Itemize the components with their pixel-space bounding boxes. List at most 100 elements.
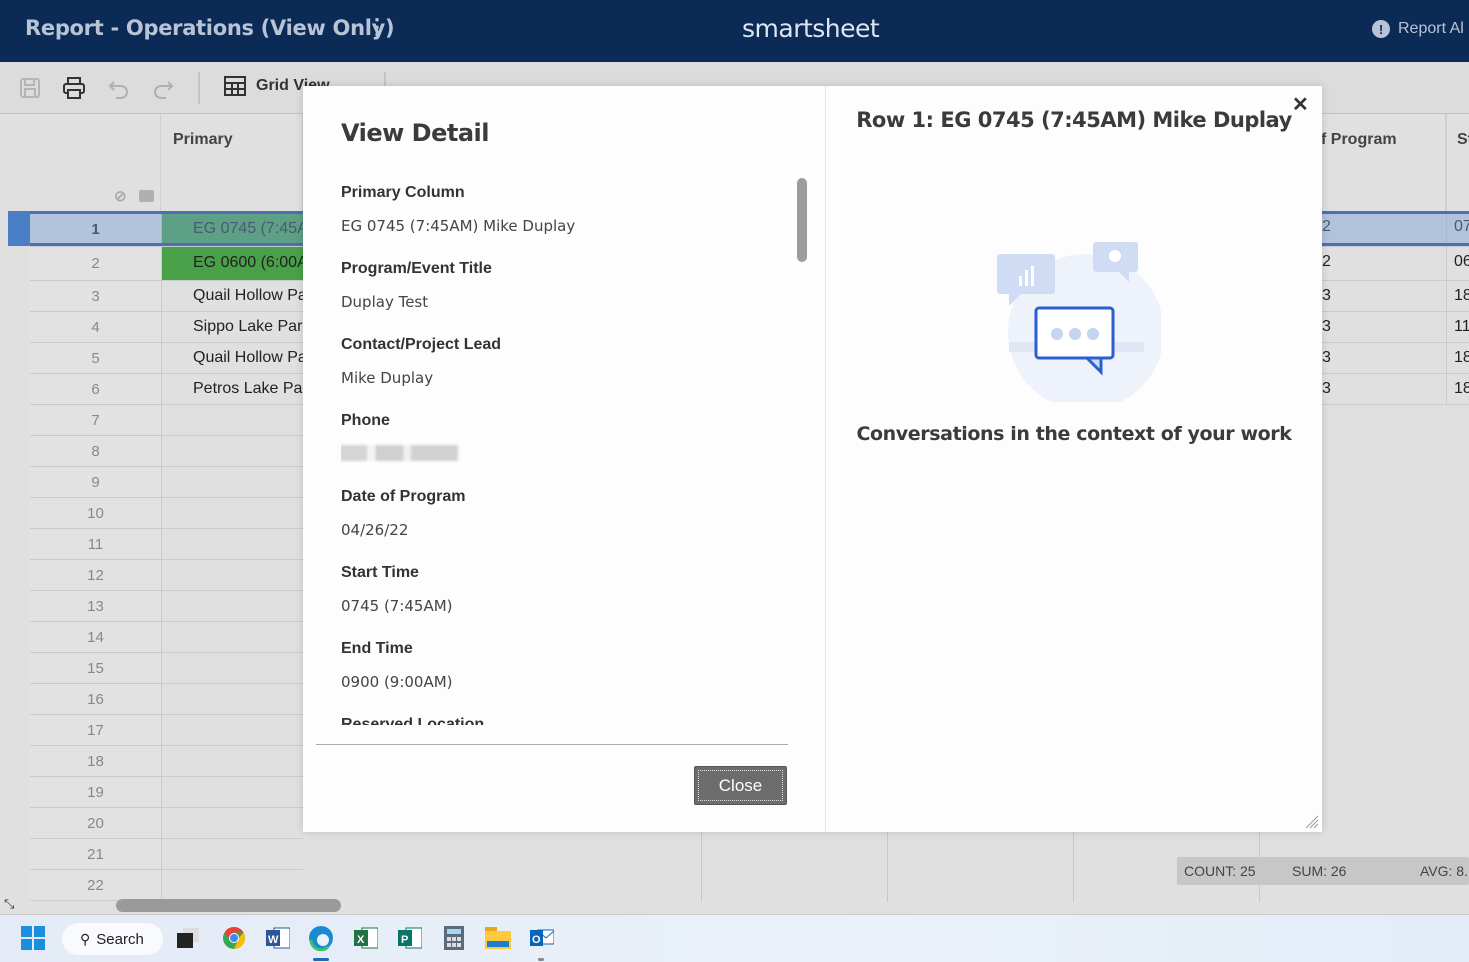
row-number[interactable]: 6 [30,374,161,405]
active-app-indicator [313,958,329,961]
row-number[interactable]: 7 [30,405,161,436]
redacted-value [341,445,458,461]
row-number[interactable]: 2 [30,247,161,281]
svg-text:O: O [532,934,541,946]
row-number[interactable]: 18 [30,746,161,777]
detail-scrollbar[interactable] [797,178,807,262]
expand-icon[interactable]: ⤡ [4,896,26,914]
row-number[interactable]: 20 [30,808,161,839]
start-cell[interactable]: 18 [1446,343,1469,374]
primary-cell[interactable] [161,870,303,901]
primary-cell[interactable] [161,467,303,498]
field-label: Contact/Project Lead [341,336,502,353]
running-app-indicator [538,958,544,961]
row-number[interactable]: 19 [30,777,161,808]
horizontal-scrollbar[interactable] [116,899,341,912]
primary-cell[interactable]: Quail Hollow Park [161,343,303,374]
primary-cell[interactable] [161,777,303,808]
alert-icon: ! [1372,20,1390,38]
row-number[interactable]: 5 [30,343,161,374]
save-icon[interactable] [18,76,42,100]
primary-cell[interactable]: Petros Lake Park [161,374,303,405]
redo-icon[interactable] [151,76,175,100]
primary-cell[interactable] [161,405,303,436]
primary-cell[interactable]: Sippo Lake Park [161,312,303,343]
primary-cell[interactable] [161,560,303,591]
start-cell[interactable]: 18 [1446,281,1469,312]
field-value: Mike Duplay [341,369,434,387]
undo-icon[interactable] [107,76,131,100]
calculator-icon[interactable] [441,925,467,951]
row-number[interactable]: 8 [30,436,161,467]
close-button[interactable]: Close [694,766,787,805]
field-value: 0745 (7:45AM) [341,597,453,615]
row-number[interactable]: 3 [30,281,161,312]
column-header-start[interactable]: St [1446,114,1469,212]
row-number[interactable]: 16 [30,684,161,715]
row-number[interactable]: 21 [30,839,161,870]
report-title: Report - Operations (View Only) [25,16,395,40]
primary-cell[interactable] [161,498,303,529]
view-detail-dialog: View Detail Primary Column EG 0745 (7:45A… [303,86,1322,832]
print-icon[interactable] [62,76,86,100]
conversations-illustration-icon [997,242,1161,402]
chrome-icon[interactable] [221,925,247,951]
row-number[interactable]: 15 [30,653,161,684]
row-number[interactable]: 14 [30,622,161,653]
start-cell[interactable]: 06 [1446,247,1469,281]
row-number[interactable]: 11 [30,529,161,560]
row-number[interactable]: 4 [30,312,161,343]
grid-line [701,832,702,902]
taskbar-search[interactable]: ⚲ Search [62,923,163,955]
program-cell[interactable]: 2 [1322,247,1446,281]
report-abuse-link[interactable]: ! Report Al [1372,20,1464,38]
field-label: Primary Column [341,184,465,201]
start-cell[interactable]: 18 [1446,374,1469,405]
grid-line [887,832,888,902]
task-view-icon[interactable] [175,925,201,951]
kebab-vertical-icon[interactable]: ⋮ [366,14,388,40]
search-label: Search [96,930,144,948]
start-cell[interactable]: 11 [1446,312,1469,343]
outlook-icon[interactable]: O [529,925,555,951]
primary-cell[interactable] [161,839,303,870]
primary-cell[interactable] [161,436,303,467]
primary-cell[interactable] [161,746,303,777]
program-cell[interactable]: 3 [1322,312,1446,343]
grid-icon [224,76,246,96]
primary-cell[interactable]: EG 0600 (6:00AM) [161,247,303,281]
dialog-title: View Detail [341,119,490,147]
primary-cell[interactable] [161,653,303,684]
primary-cell[interactable] [161,715,303,746]
primary-cell[interactable] [161,622,303,653]
primary-cell[interactable] [161,529,303,560]
row-number[interactable]: 9 [30,467,161,498]
grid-line [1073,832,1074,902]
publisher-icon[interactable]: P [397,925,423,951]
row-number[interactable]: 22 [30,870,161,901]
primary-cell[interactable] [161,684,303,715]
conversations-panel: ✕ Row 1: EG 0745 (7:45AM) Mike Duplay Co… [826,86,1322,832]
program-cell[interactable]: 3 [1322,374,1446,405]
file-explorer-icon[interactable] [485,925,511,951]
row-number[interactable]: 12 [30,560,161,591]
row-number[interactable]: 17 [30,715,161,746]
svg-text:W: W [268,934,279,946]
excel-icon[interactable]: X [353,925,379,951]
edge-icon[interactable] [308,925,334,951]
resize-handle-icon[interactable] [1304,814,1320,830]
row-number[interactable]: 13 [30,591,161,622]
row-number[interactable]: 10 [30,498,161,529]
search-icon: ⚲ [80,930,91,947]
windows-start-icon[interactable] [20,925,46,951]
primary-cell[interactable] [161,591,303,622]
column-header-label: St [1457,131,1469,148]
comment-icon [139,190,154,202]
column-header-primary[interactable]: Primary [161,114,303,212]
column-header-date-of-program[interactable]: f Program [1307,114,1446,212]
word-icon[interactable]: W [265,925,291,951]
program-cell[interactable]: 3 [1322,281,1446,312]
program-cell[interactable]: 3 [1322,343,1446,374]
primary-cell[interactable]: Quail Hollow Park [161,281,303,312]
primary-cell[interactable] [161,808,303,839]
